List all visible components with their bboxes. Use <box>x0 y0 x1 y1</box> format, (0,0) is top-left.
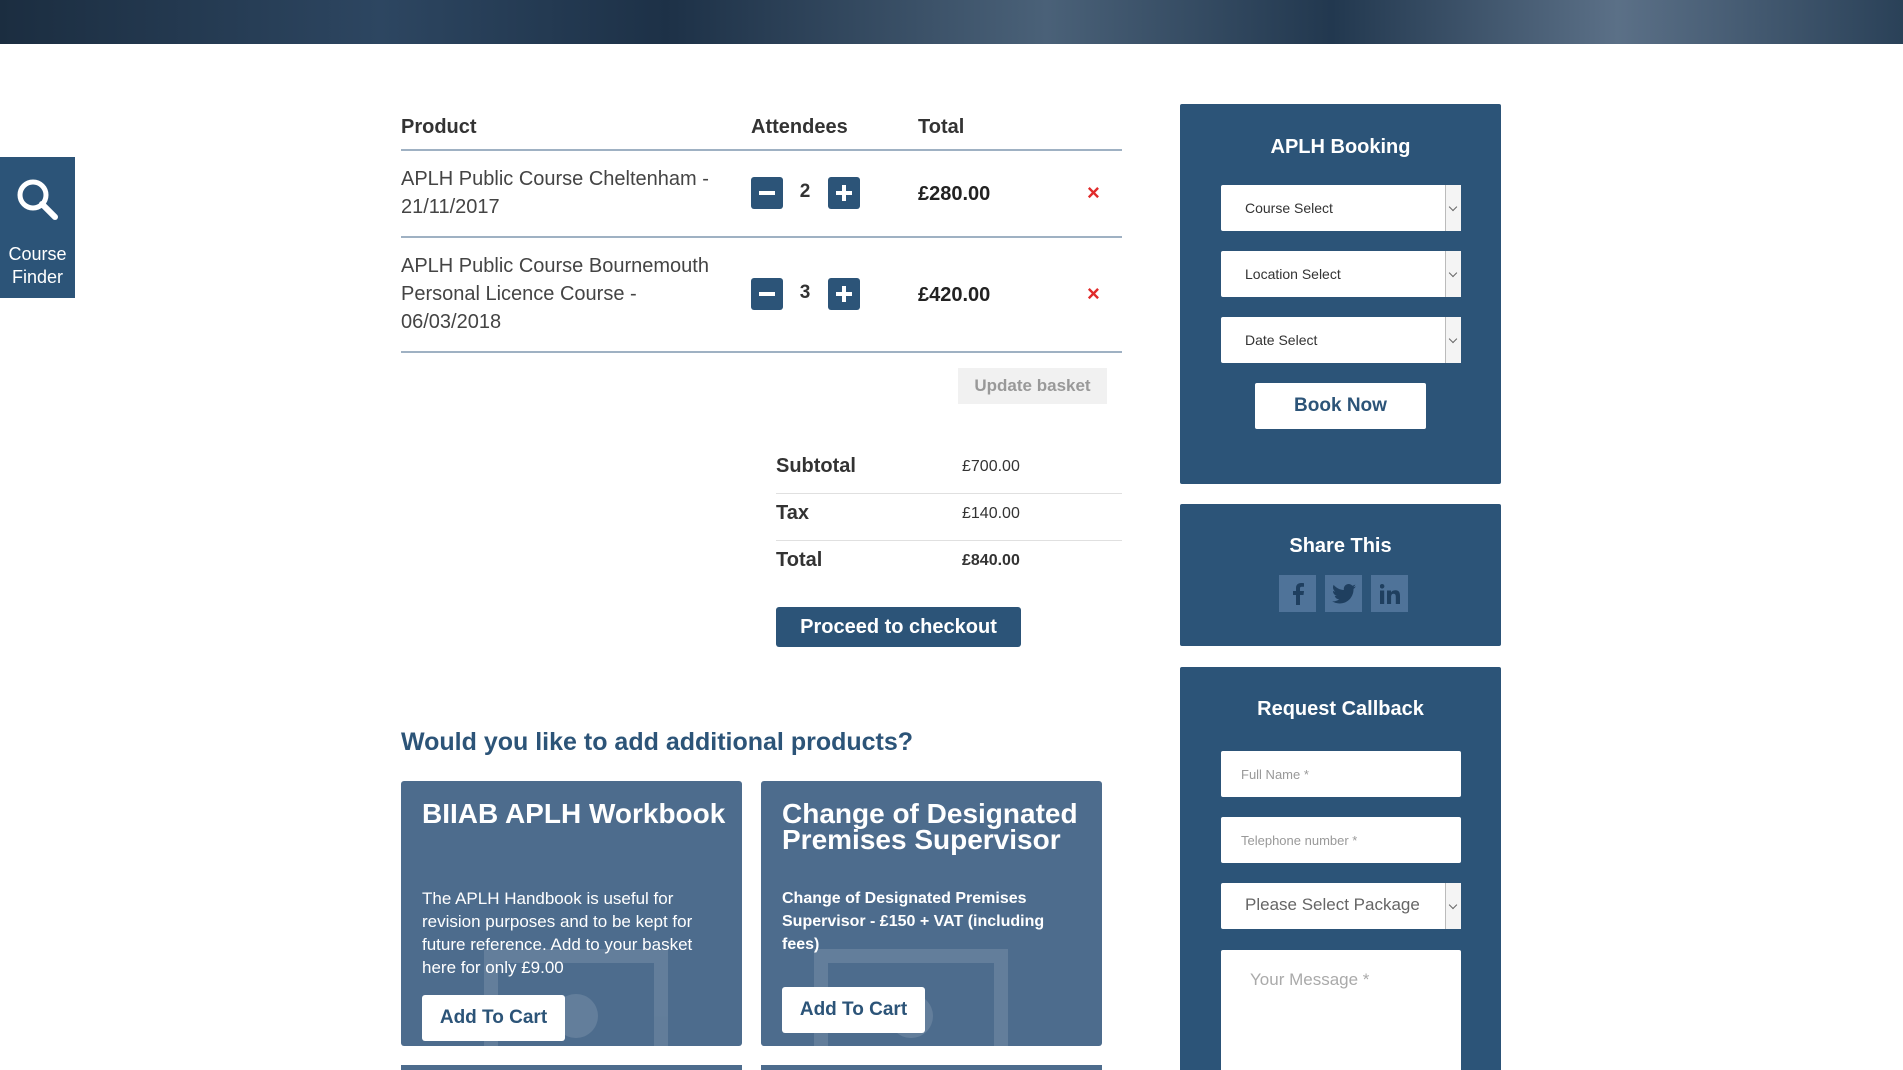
chevron-down-icon <box>1445 883 1461 929</box>
share-title: Share This <box>1289 535 1392 557</box>
chevron-down-icon <box>1445 185 1461 231</box>
product-card: Change of Designated Premises Supervisor… <box>761 781 1102 1046</box>
hero-banner <box>0 0 1903 44</box>
add-to-cart-button[interactable]: Add To Cart <box>422 995 565 1041</box>
header-attendees: Attendees <box>751 116 848 138</box>
update-basket-button[interactable]: Update basket <box>958 368 1107 404</box>
share-panel: Share This <box>1180 504 1501 646</box>
remove-item-icon[interactable]: × <box>1087 180 1100 206</box>
product-card-partial <box>401 1065 742 1070</box>
subtotal-value: £700.00 <box>962 458 1020 475</box>
chevron-down-icon <box>1445 317 1461 363</box>
search-icon <box>17 179 58 220</box>
decrease-qty-button[interactable] <box>751 177 783 209</box>
course-finder-label: Course Finder <box>8 244 67 287</box>
product-name: APLH Public Course Cheltenham - 21/11/20… <box>401 168 709 218</box>
product-name: APLH Public Course Bournemouth Personal … <box>401 255 709 333</box>
increase-qty-button[interactable] <box>828 177 860 209</box>
twitter-icon[interactable] <box>1325 575 1362 612</box>
tax-value: £140.00 <box>962 505 1020 522</box>
full-name-placeholder: Full Name * <box>1241 767 1309 782</box>
header-total: Total <box>918 116 965 138</box>
cart-header: Product Attendees Total <box>401 114 1122 151</box>
proceed-to-checkout-button[interactable]: Proceed to checkout <box>776 607 1021 647</box>
package-select-value: Please Select Package <box>1245 895 1420 914</box>
total-value: £840.00 <box>962 552 1020 569</box>
chevron-down-icon <box>1445 251 1461 297</box>
date-select-value: Date Select <box>1245 332 1318 348</box>
tax-row: Tax £140.00 <box>776 494 1122 541</box>
line-total: £280.00 <box>918 183 991 205</box>
location-select[interactable]: Location Select <box>1221 251 1461 297</box>
cart-row: APLH Public Course Cheltenham - 21/11/20… <box>401 151 1122 238</box>
book-now-button[interactable]: Book Now <box>1255 383 1426 429</box>
line-total: £420.00 <box>918 284 991 306</box>
booking-panel: APLH Booking Course Select Location Sele… <box>1180 104 1501 484</box>
package-select[interactable]: Please Select Package <box>1221 883 1461 929</box>
booking-title: APLH Booking <box>1270 136 1411 158</box>
cart-table: Product Attendees Total APLH Public Cour… <box>401 114 1122 353</box>
cart-totals: Subtotal £700.00 Tax £140.00 Total £840.… <box>776 447 1122 588</box>
total-row: Total £840.00 <box>776 541 1122 588</box>
product-card-description: The APLH Handbook is useful for revision… <box>422 889 693 977</box>
qty-value: 2 <box>799 181 811 202</box>
increase-qty-button[interactable] <box>828 278 860 310</box>
add-to-cart-button[interactable]: Add To Cart <box>782 987 925 1033</box>
location-select-value: Location Select <box>1245 266 1341 282</box>
additional-products-heading: Would you like to add additional product… <box>401 728 914 756</box>
subtotal-label: Subtotal <box>776 455 856 477</box>
linkedin-icon[interactable] <box>1371 575 1408 612</box>
cart-row: APLH Public Course Bournemouth Personal … <box>401 238 1122 353</box>
date-select[interactable]: Date Select <box>1221 317 1461 363</box>
telephone-placeholder: Telephone number * <box>1241 833 1358 848</box>
product-card-title: BIIAB APLH Workbook <box>422 798 726 829</box>
product-card: BIIAB APLH Workbook The APLH Handbook is… <box>401 781 742 1046</box>
full-name-field[interactable]: Full Name * <box>1221 751 1461 797</box>
product-card-description: Change of Designated Premises Supervisor… <box>782 890 1045 953</box>
product-card-title: Change of Designated Premises Supervisor <box>782 798 1078 855</box>
course-select[interactable]: Course Select <box>1221 185 1461 231</box>
remove-item-icon[interactable]: × <box>1087 281 1100 307</box>
subtotal-row: Subtotal £700.00 <box>776 447 1122 494</box>
message-field[interactable]: Your Message * <box>1221 950 1461 1070</box>
facebook-icon[interactable] <box>1279 575 1316 612</box>
qty-value: 3 <box>799 282 811 303</box>
tax-label: Tax <box>776 502 809 524</box>
product-card-partial <box>761 1065 1102 1070</box>
message-placeholder: Your Message * <box>1250 970 1370 989</box>
decrease-qty-button[interactable] <box>751 278 783 310</box>
total-label: Total <box>776 549 823 571</box>
telephone-field[interactable]: Telephone number * <box>1221 817 1461 863</box>
header-product: Product <box>401 116 477 138</box>
course-finder-button[interactable]: Course Finder <box>0 157 75 298</box>
course-select-value: Course Select <box>1245 200 1333 216</box>
callback-title: Request Callback <box>1257 698 1424 720</box>
callback-panel: Request Callback Full Name * Telephone n… <box>1180 667 1501 1070</box>
